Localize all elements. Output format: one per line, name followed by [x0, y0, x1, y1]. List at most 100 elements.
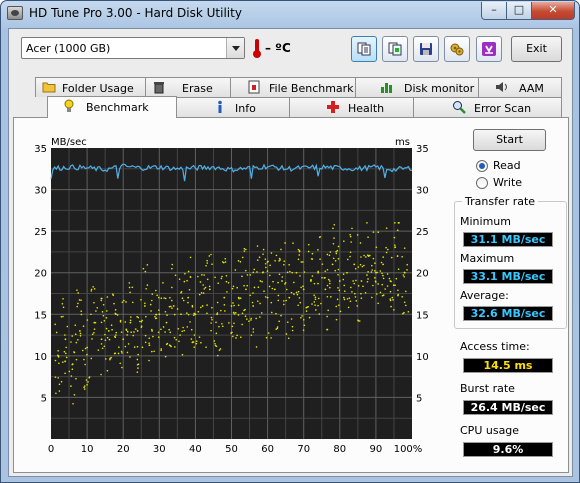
- options-icon: [450, 43, 464, 56]
- access-time-point: [335, 252, 338, 255]
- save-button[interactable]: [413, 36, 439, 62]
- chevron-down-icon[interactable]: [226, 38, 244, 58]
- access-time-point: [95, 310, 97, 312]
- access-time-point: [211, 306, 213, 309]
- tab-info[interactable]: Info: [176, 97, 290, 117]
- access-time-point: [171, 307, 173, 309]
- access-time-point: [101, 347, 104, 350]
- access-time-point: [259, 302, 261, 305]
- write-radio-dot[interactable]: [476, 177, 488, 189]
- y-tick-label-right: 15: [416, 310, 429, 321]
- access-time-point: [406, 263, 409, 266]
- access-time-point: [125, 301, 127, 303]
- access-time-point: [403, 247, 406, 249]
- access-time-point: [252, 328, 255, 330]
- maximize-button[interactable]: □: [506, 2, 532, 20]
- health-cross-icon: [327, 101, 339, 113]
- access-time-point: [314, 296, 317, 299]
- drive-dropdown-value: Acer (1000 GB): [26, 42, 111, 55]
- access-time-point: [221, 325, 224, 328]
- tab-aam[interactable]: AAM: [478, 77, 562, 97]
- access-time-point: [237, 304, 240, 306]
- transfer-rate-title: Transfer rate: [462, 195, 539, 208]
- access-time-point: [220, 277, 223, 280]
- access-time-point: [199, 281, 202, 283]
- access-time-point: [158, 309, 160, 311]
- access-time-point: [349, 235, 352, 238]
- access-time-point: [334, 259, 337, 262]
- x-tick-label: 60: [261, 444, 274, 455]
- access-time-point: [360, 280, 363, 282]
- access-time-point: [270, 252, 273, 254]
- access-time-point: [208, 288, 211, 291]
- access-time-point: [262, 271, 264, 273]
- access-time-point: [270, 311, 273, 314]
- access-time-point: [201, 305, 204, 307]
- access-time-point: [292, 242, 294, 244]
- access-time-point: [317, 282, 319, 285]
- access-time-point: [102, 303, 105, 306]
- access-time-point: [329, 251, 332, 253]
- close-button[interactable]: ✕: [531, 2, 575, 20]
- access-time-point: [366, 274, 368, 276]
- access-time-point: [181, 297, 184, 300]
- start-button[interactable]: Start: [473, 129, 546, 151]
- access-time-point: [224, 261, 227, 263]
- drive-dropdown[interactable]: Acer (1000 GB): [21, 37, 245, 59]
- tab-file-benchmark[interactable]: File Benchmark: [230, 77, 356, 97]
- access-time-point: [315, 309, 317, 311]
- exit-button[interactable]: Exit: [511, 36, 562, 62]
- access-time-point: [148, 342, 150, 344]
- access-time-point: [106, 369, 109, 372]
- read-radio[interactable]: Read: [476, 159, 546, 173]
- access-time-point: [144, 341, 147, 344]
- file-benchmark-icon: [248, 80, 260, 94]
- tab-error-scan[interactable]: Error Scan: [413, 97, 562, 117]
- access-time-point: [250, 317, 252, 320]
- access-time-point: [295, 291, 298, 294]
- access-time-point: [343, 296, 345, 299]
- access-time-point: [239, 260, 242, 263]
- access-time-point: [357, 320, 360, 322]
- access-time-point: [269, 274, 271, 277]
- access-time-point: [293, 281, 295, 284]
- access-time-point: [178, 340, 180, 343]
- access-time-point: [283, 260, 286, 262]
- access-time-point: [396, 255, 399, 257]
- access-time-point: [337, 273, 339, 276]
- access-time-point: [64, 338, 67, 341]
- y-tick-label-right: 25: [416, 227, 429, 238]
- access-time-point: [241, 323, 243, 326]
- read-radio-dot[interactable]: [476, 160, 488, 172]
- access-time-point: [367, 278, 369, 280]
- tab-benchmark[interactable]: Benchmark: [47, 96, 177, 118]
- access-time-point: [301, 261, 304, 263]
- tab-folder-usage[interactable]: Folder Usage: [35, 77, 146, 97]
- minimize-button[interactable]: –: [481, 2, 507, 20]
- maximum-label: Maximum: [460, 252, 515, 265]
- download-button[interactable]: [476, 36, 502, 62]
- access-time-point: [102, 314, 105, 317]
- copy-screenshot-button[interactable]: [382, 36, 408, 62]
- options-button[interactable]: [444, 36, 470, 62]
- access-time-point: [326, 268, 329, 271]
- write-radio[interactable]: Write: [476, 176, 546, 190]
- access-time-point: [347, 306, 350, 309]
- copy-text-button[interactable]: [351, 36, 377, 62]
- access-time-point: [177, 328, 180, 330]
- title-bar[interactable]: HD Tune Pro 3.00 - Hard Disk Utility – □…: [1, 1, 579, 27]
- access-time-point: [255, 346, 258, 348]
- access-time-point: [151, 350, 153, 353]
- tab-disk-monitor[interactable]: Disk monitor: [355, 77, 479, 97]
- access-time-point: [57, 356, 60, 358]
- tab-health[interactable]: Health: [289, 97, 414, 117]
- tab-erase[interactable]: Erase: [145, 77, 231, 97]
- access-time-point: [256, 271, 258, 273]
- access-time-point: [113, 302, 115, 305]
- access-time-point: [388, 277, 391, 280]
- y-tick-label-left: 35: [34, 144, 47, 155]
- access-time-point: [172, 305, 175, 307]
- access-time-point: [255, 317, 257, 320]
- access-time-point: [82, 325, 85, 328]
- tab-label: Error Scan: [474, 102, 532, 115]
